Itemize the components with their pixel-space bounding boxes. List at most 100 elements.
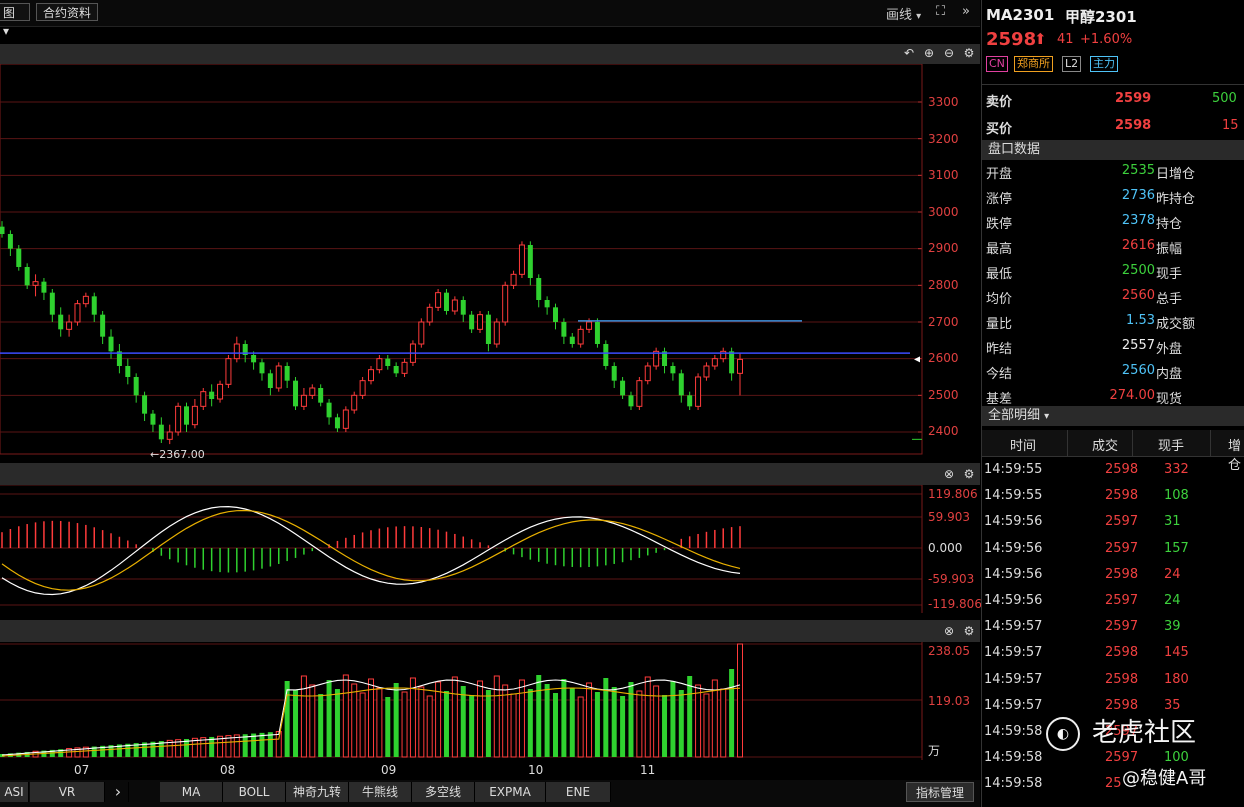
volume-panel-header: ⊗ ⚙ (0, 620, 980, 642)
kline-panel-header: ↶ ⊕ ⊖ ⚙ (0, 44, 980, 64)
indicator-management-button[interactable]: 指标管理 (906, 782, 974, 802)
macd-chart[interactable] (0, 485, 980, 613)
symbol-code: MA2301 (986, 6, 1055, 24)
close-icon[interactable]: ⊗ (942, 467, 956, 481)
trade-time: 14:59:57 (984, 619, 1043, 635)
candle (418, 318, 425, 348)
draw-line-dropdown[interactable]: 画线 ▾ (886, 4, 921, 23)
last-price-marker (914, 356, 920, 363)
volume-bar (242, 734, 248, 757)
stat-label: 最低 (986, 267, 1013, 282)
zoom-in-icon[interactable]: ⊕ (922, 46, 936, 60)
chevron-down-icon: ▾ (3, 24, 10, 38)
trade-detail-dropdown[interactable]: 全部明细 ▾ (982, 406, 1244, 426)
volume-chart[interactable] (0, 642, 980, 760)
trade-qty: 100 (1164, 750, 1189, 766)
trade-price: 2597 (1105, 540, 1139, 556)
gear-icon[interactable]: ⚙ (962, 624, 976, 638)
tab-expma[interactable]: EXPMA (475, 782, 546, 802)
volume-bar (518, 679, 525, 758)
candle (359, 377, 366, 399)
candle (275, 362, 282, 392)
candle (108, 329, 114, 359)
trade-time: 14:59:57 (984, 645, 1043, 661)
tab-ma[interactable]: MA (160, 782, 223, 802)
tab-bull-bear[interactable]: 牛熊线 (349, 782, 412, 802)
stat-label: 开盘 (986, 167, 1013, 182)
tab-long-short[interactable]: 多空线 (412, 782, 475, 802)
volume-bar (636, 690, 643, 758)
candle (553, 303, 558, 330)
stat-row: 涨停 2736 昨持仓 (986, 188, 1241, 212)
zoom-out-icon[interactable]: ⊖ (942, 46, 956, 60)
macd-tick-label: -59.903 (928, 572, 975, 586)
contract-info-button[interactable]: 合约资料 (36, 3, 98, 21)
date-tick-label: 09 (381, 763, 397, 777)
col-time: 时间 (1010, 439, 1037, 454)
volume-bar (577, 696, 584, 758)
trade-qty: 35 (1164, 697, 1181, 713)
trade-row: 14:59:56 2597 31 (982, 510, 1244, 536)
tab-ene[interactable]: ENE (546, 782, 611, 802)
candle (720, 347, 727, 363)
volume-bar (326, 680, 332, 757)
tab-vr[interactable]: VR (30, 782, 105, 802)
tab-asi[interactable]: ASI (0, 782, 29, 802)
trade-qty: 39 (1164, 619, 1181, 635)
candle (100, 311, 106, 344)
candle (544, 296, 550, 315)
stat-label: 昨结 (986, 342, 1013, 357)
volume-bar (259, 732, 265, 757)
candle (376, 355, 383, 374)
tiger-logo-icon: ◐ (1046, 716, 1080, 751)
trade-qty: 24 (1164, 566, 1181, 582)
candle (0, 221, 5, 238)
candle (166, 424, 173, 445)
stat-value: 2557 (1121, 338, 1155, 353)
kline-chart[interactable]: ←2367.00 (0, 64, 980, 462)
chart-type-dropdown[interactable]: 图 ▾ (0, 3, 30, 38)
candle (133, 373, 139, 403)
trade-time: 14:59:55 (984, 488, 1043, 504)
volume-bar (485, 690, 491, 757)
stat-value: 2560 (1121, 363, 1155, 378)
volume-bar (368, 678, 374, 758)
volume-bar (493, 675, 500, 758)
candle (451, 296, 458, 315)
tab-next-icon[interactable]: › (108, 782, 129, 802)
candle (318, 384, 324, 407)
candle (125, 358, 131, 385)
candle (636, 377, 643, 410)
stat-value: 2736 (1121, 188, 1155, 203)
gear-icon[interactable]: ⚙ (962, 467, 976, 481)
trade-row: 14:59:57 2597 39 (982, 615, 1244, 641)
low-price-label: ←2367.00 (150, 448, 205, 461)
volume-bar (620, 696, 626, 757)
collapse-panel-icon[interactable]: » (962, 4, 970, 19)
fullscreen-icon[interactable]: ⛶ (936, 4, 945, 19)
volume-tick-label: 万 (928, 744, 941, 758)
tab-magic-nine[interactable]: 神奇九转 (286, 782, 349, 802)
gear-icon[interactable]: ⚙ (962, 46, 976, 60)
stat-label: 跌停 (986, 217, 1013, 232)
stat-value: 2560 (1121, 288, 1155, 303)
stat-right-label: 日增仓 (1156, 167, 1196, 182)
volume-bar (569, 688, 575, 757)
candle (443, 289, 449, 315)
undo-icon[interactable]: ↶ (902, 46, 916, 60)
volume-bar (502, 684, 509, 758)
candle (662, 347, 668, 374)
volume-bar (544, 684, 550, 757)
candle (293, 377, 299, 410)
indicator-tab-bar: ASI VR › MA BOLL 神奇九转 牛熊线 多空线 EXPMA ENE … (0, 780, 980, 807)
candle (569, 333, 575, 348)
close-icon[interactable]: ⊗ (942, 624, 956, 638)
candle (518, 241, 525, 278)
tab-boll[interactable]: BOLL (223, 782, 286, 802)
candle (284, 362, 290, 388)
trade-qty: 31 (1164, 514, 1181, 530)
stat-label: 涨停 (986, 192, 1013, 207)
candle (309, 384, 316, 399)
candle (493, 318, 500, 348)
candle (7, 230, 13, 256)
